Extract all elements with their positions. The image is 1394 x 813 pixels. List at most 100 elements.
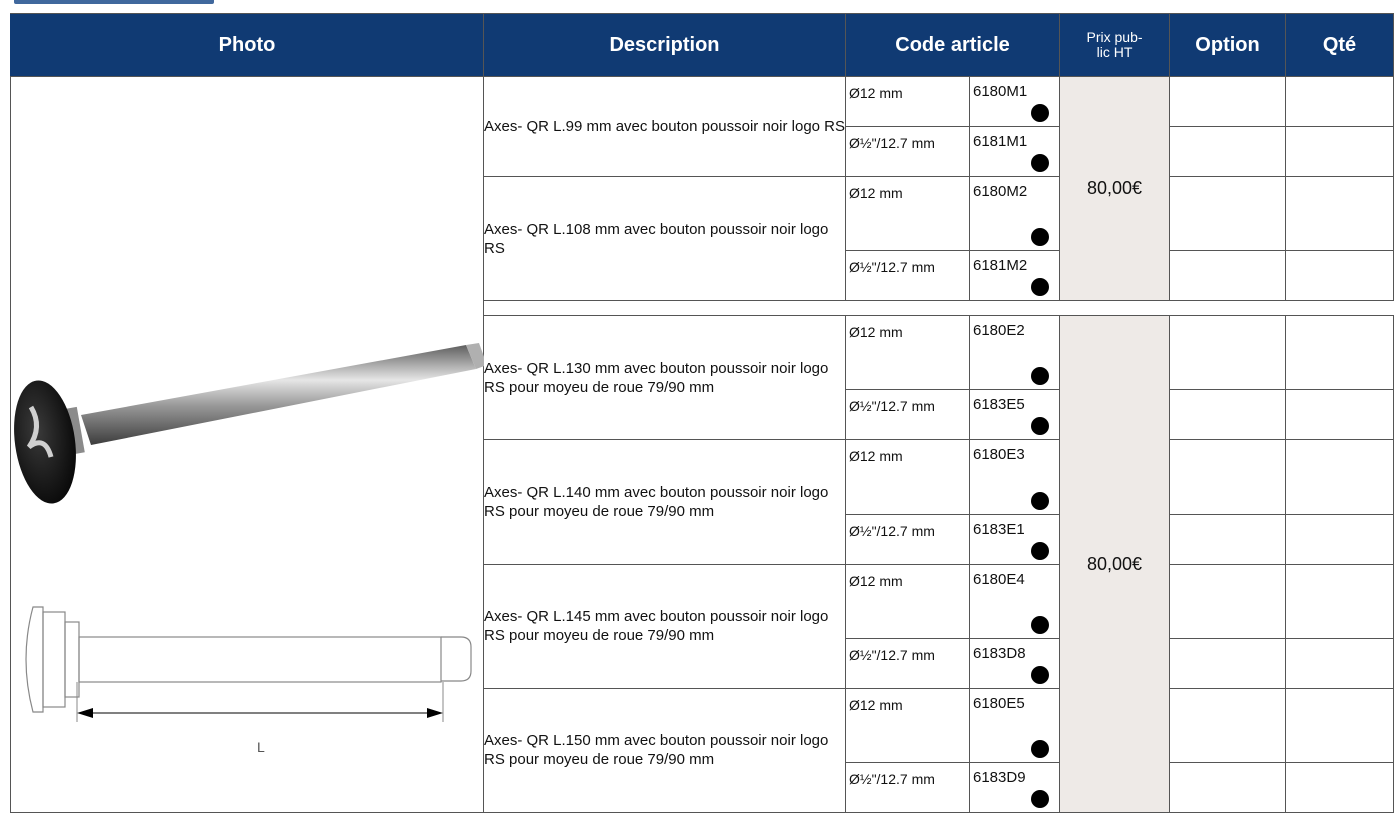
code-cell: 6180M2 <box>968 175 1061 252</box>
code-label: 6180M2 <box>973 183 1028 200</box>
qty-cell[interactable] <box>1285 175 1394 252</box>
diameter-cell: Ø½"/12.7 mm <box>845 250 970 302</box>
code-label: 6183D9 <box>973 769 1026 786</box>
qty-cell[interactable] <box>1285 687 1394 764</box>
item-description: Axes- QR L.140 mm avec bouton poussoir n… <box>483 439 846 565</box>
qty-cell[interactable] <box>1285 76 1394 127</box>
code-cell: 6183E1 <box>968 513 1061 565</box>
diameter-label: Ø½"/12.7 mm <box>849 771 935 787</box>
item-description: Axes- QR L.108 mm avec bouton poussoir n… <box>483 175 846 302</box>
diameter-label: Ø12 mm <box>849 185 903 201</box>
diameter-label: Ø½"/12.7 mm <box>849 646 935 663</box>
qty-cell[interactable] <box>1285 389 1394 441</box>
axle-drawing <box>25 606 472 722</box>
option-cell[interactable] <box>1169 175 1287 252</box>
diameter-cell: Ø½"/12.7 mm <box>845 389 970 441</box>
diameter-cell: Ø½"/12.7 mm <box>845 513 970 565</box>
code-cell: 6183D8 <box>968 637 1061 689</box>
code-label: 6183E1 <box>973 520 1025 538</box>
header-code-article: Code article <box>844 13 1061 77</box>
availability-dot-icon <box>1031 154 1050 172</box>
top-strip <box>0 0 1394 12</box>
axle-photo <box>14 343 484 504</box>
code-label: 6180E5 <box>973 694 1025 712</box>
diameter-label: Ø½"/12.7 mm <box>849 522 935 539</box>
diameter-label: Ø12 mm <box>849 572 903 589</box>
diameter-label: Ø12 mm <box>849 324 903 341</box>
option-cell[interactable] <box>1169 126 1287 177</box>
diameter-label: Ø½"/12.7 mm <box>849 398 935 415</box>
photo-cell: L <box>10 76 484 813</box>
option-cell[interactable] <box>1169 76 1287 127</box>
code-label: 6180E2 <box>973 322 1025 340</box>
header-photo: Photo <box>10 13 484 77</box>
code-label: 6180M1 <box>973 83 1028 100</box>
option-cell[interactable] <box>1169 563 1287 639</box>
qty-cell[interactable] <box>1285 250 1394 302</box>
availability-dot-icon <box>1031 104 1050 122</box>
availability-dot-icon <box>1031 417 1050 436</box>
diameter-cell: Ø12 mm <box>845 76 970 127</box>
availability-dot-icon <box>1031 367 1050 386</box>
qty-cell[interactable] <box>1285 762 1394 813</box>
item-description: Axes- QR L.99 mm avec bouton poussoir no… <box>483 76 846 177</box>
availability-dot-icon <box>1031 278 1050 297</box>
diameter-cell: Ø½"/12.7 mm <box>845 637 970 689</box>
option-cell[interactable] <box>1169 250 1287 302</box>
group-separator <box>483 300 1394 317</box>
option-cell[interactable] <box>1169 389 1287 441</box>
diameter-label: Ø12 mm <box>849 696 903 713</box>
item-description: Axes- QR L.145 mm avec bouton poussoir n… <box>483 563 846 689</box>
code-cell: 6181M1 <box>968 126 1061 177</box>
option-cell[interactable] <box>1169 315 1287 391</box>
diameter-cell: Ø12 mm <box>845 563 970 639</box>
item-description: Axes- QR L.130 mm avec bouton poussoir n… <box>483 315 846 441</box>
diameter-label: Ø12 mm <box>849 448 903 465</box>
code-cell: 6180E4 <box>968 563 1061 639</box>
code-label: 6181M2 <box>973 257 1028 275</box>
code-label: 6183E5 <box>973 396 1025 414</box>
availability-dot-icon <box>1031 491 1050 510</box>
option-cell[interactable] <box>1169 513 1287 565</box>
code-cell: 6180E5 <box>968 687 1061 764</box>
diameter-label: Ø12 mm <box>849 85 903 101</box>
option-cell[interactable] <box>1169 687 1287 764</box>
option-cell[interactable] <box>1169 637 1287 689</box>
header-qte: Qté <box>1285 13 1394 77</box>
price-cell: 80,00€ <box>1059 315 1171 813</box>
qty-cell[interactable] <box>1285 637 1394 689</box>
header-description: Description <box>483 13 846 77</box>
header-option: Option <box>1169 13 1287 77</box>
price-cell: 80,00€ <box>1059 75 1171 302</box>
code-label: 6180E4 <box>973 570 1025 588</box>
code-label: 6180E3 <box>973 446 1025 464</box>
item-description: Axes- QR L.150 mm avec bouton poussoir n… <box>483 687 846 813</box>
availability-dot-icon <box>1031 228 1050 247</box>
header-prix-label: Prix pub-lic HT <box>1086 29 1143 60</box>
availability-dot-icon <box>1031 665 1050 684</box>
qty-cell[interactable] <box>1285 126 1394 177</box>
option-cell[interactable] <box>1169 439 1287 515</box>
diameter-cell: Ø12 mm <box>845 439 970 515</box>
diameter-label: Ø½"/12.7 mm <box>849 259 935 276</box>
diameter-cell: Ø12 mm <box>845 687 970 764</box>
catalog-table: Photo Description Code article Prix pub-… <box>10 13 1394 813</box>
diameter-label: Ø½"/12.7 mm <box>849 135 935 151</box>
option-cell[interactable] <box>1169 762 1287 813</box>
availability-dot-icon <box>1031 541 1050 560</box>
code-cell: 6180M1 <box>968 76 1061 127</box>
diameter-cell: Ø½"/12.7 mm <box>845 126 970 177</box>
qty-cell[interactable] <box>1285 513 1394 565</box>
availability-dot-icon <box>1031 740 1050 758</box>
qty-cell[interactable] <box>1285 315 1394 391</box>
diameter-cell: Ø12 mm <box>845 175 970 252</box>
header-prix: Prix pub-lic HT <box>1059 13 1171 77</box>
availability-dot-icon <box>1031 790 1050 808</box>
qty-cell[interactable] <box>1285 563 1394 639</box>
code-cell: 6180E3 <box>968 439 1061 515</box>
diameter-cell: Ø12 mm <box>845 315 970 391</box>
code-label: 6183D8 <box>973 644 1026 662</box>
qty-cell[interactable] <box>1285 439 1394 515</box>
code-cell: 6183E5 <box>968 389 1061 441</box>
code-cell: 6183D9 <box>968 762 1061 813</box>
